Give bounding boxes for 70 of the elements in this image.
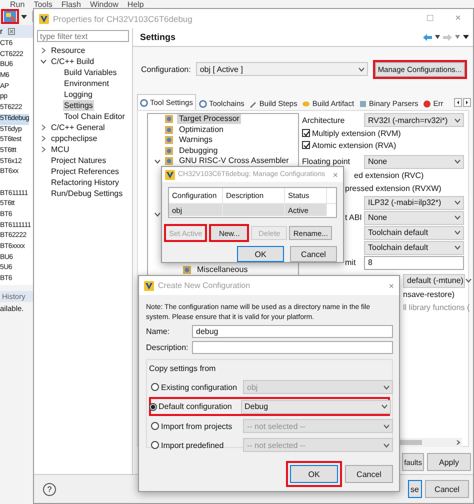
tree-item[interactable]: Target Processor xyxy=(177,114,242,124)
button[interactable]: se xyxy=(408,480,422,498)
radio-label: Import predefined xyxy=(161,440,224,450)
page-title: Settings xyxy=(140,32,176,42)
tree-item[interactable]: Project References xyxy=(50,166,120,177)
tree-item[interactable]: cppcheclipse xyxy=(50,133,98,144)
menu-item[interactable]: Flash xyxy=(61,0,81,9)
option-label: ed extension (RVC) xyxy=(354,171,424,180)
field-label: Configuration: xyxy=(141,64,191,74)
source-dropdown[interactable]: Debug xyxy=(240,400,390,414)
button[interactable]: Apply xyxy=(427,453,471,471)
tree-item[interactable]: Environment xyxy=(63,78,110,89)
button[interactable]: Cancel xyxy=(425,480,469,498)
field-label: Floating point xyxy=(302,157,352,166)
button[interactable]: OK xyxy=(290,465,338,483)
tree-item[interactable]: MCU xyxy=(50,144,70,155)
button[interactable]: OK xyxy=(237,246,284,262)
tree-item[interactable]: Debugging xyxy=(177,146,220,156)
tree-item[interactable]: Project Natures xyxy=(50,155,108,166)
window-control[interactable]: × xyxy=(455,13,461,24)
dialog-title: Create New Configuration xyxy=(158,281,250,290)
tree-item[interactable]: C/C++ Build xyxy=(50,56,96,67)
option-dropdown[interactable]: Toolchain default xyxy=(364,240,464,254)
tree-item[interactable]: Logging xyxy=(63,89,94,100)
button[interactable]: Cancel xyxy=(345,465,393,483)
tree-item[interactable]: Miscellaneous xyxy=(195,265,250,276)
radio-label: Import from projects xyxy=(161,422,232,430)
field-label: Name: xyxy=(146,327,171,336)
menu-item[interactable]: Run xyxy=(10,0,25,9)
option-label: pressed extension (RVXW) xyxy=(345,184,442,193)
tree-item[interactable]: Tool Chain Editor xyxy=(63,111,126,122)
tree-item[interactable]: C/C++ General xyxy=(50,122,106,133)
tree-item[interactable]: Refactoring History xyxy=(50,177,120,188)
close-button[interactable]: × xyxy=(332,170,343,180)
option-dropdown[interactable]: None xyxy=(364,210,464,224)
input-field[interactable]: 8 xyxy=(364,256,464,270)
radio-label: Existing configuration xyxy=(161,382,238,392)
tree-item[interactable]: Settings xyxy=(63,100,94,111)
field-label: Description: xyxy=(146,343,190,352)
help-button[interactable]: ? xyxy=(43,482,56,496)
menu-item[interactable]: Tools xyxy=(34,0,52,9)
option-label: nsave-restore) xyxy=(403,290,455,299)
tree-item[interactable]: Run/Debug Settings xyxy=(50,188,124,199)
window-control[interactable]: □ xyxy=(427,13,434,24)
checkbox-label: Atomic extension (RVA) xyxy=(312,140,396,150)
option-dropdown[interactable]: None xyxy=(364,154,464,168)
tree-item[interactable]: Build Variables xyxy=(63,67,118,78)
tree-item[interactable]: Optimization xyxy=(177,124,226,135)
field-label: Architecture xyxy=(302,116,346,124)
button[interactable]: Cancel xyxy=(290,246,337,262)
option-label: ll library functions ( xyxy=(403,303,470,312)
option-dropdown[interactable]: Toolchain default xyxy=(364,226,464,240)
name-field[interactable]: debug xyxy=(192,325,393,338)
checkbox-label: Multiply extension (RVM) xyxy=(312,128,401,138)
tree-item[interactable]: Resource xyxy=(50,45,86,56)
radio-label: Default configuration xyxy=(158,402,232,411)
search-field[interactable]: type filter text xyxy=(37,30,129,42)
tree-item[interactable]: GNU RISC-V Cross Assembler xyxy=(177,156,291,166)
option-dropdown[interactable]: RV32I (-march=rv32i*) xyxy=(364,113,464,127)
menu-item[interactable]: Help xyxy=(127,0,144,9)
menu-item[interactable]: Window xyxy=(90,0,118,9)
group-title: Copy settings from xyxy=(149,363,217,374)
field-label: t ABI xyxy=(345,213,363,222)
panel-tab-label[interactable]: r xyxy=(0,27,3,36)
tree-item[interactable]: Warnings xyxy=(177,135,214,146)
close-button[interactable]: × xyxy=(388,280,399,290)
window-title: Properties for CH32V103C6T6debug xyxy=(53,14,192,24)
field-label: mit xyxy=(345,258,357,267)
configuration-dropdown[interactable]: obj [ Active ] xyxy=(196,62,368,76)
option-dropdown[interactable]: ILP32 (-mabi=ilp32*) xyxy=(364,196,464,210)
